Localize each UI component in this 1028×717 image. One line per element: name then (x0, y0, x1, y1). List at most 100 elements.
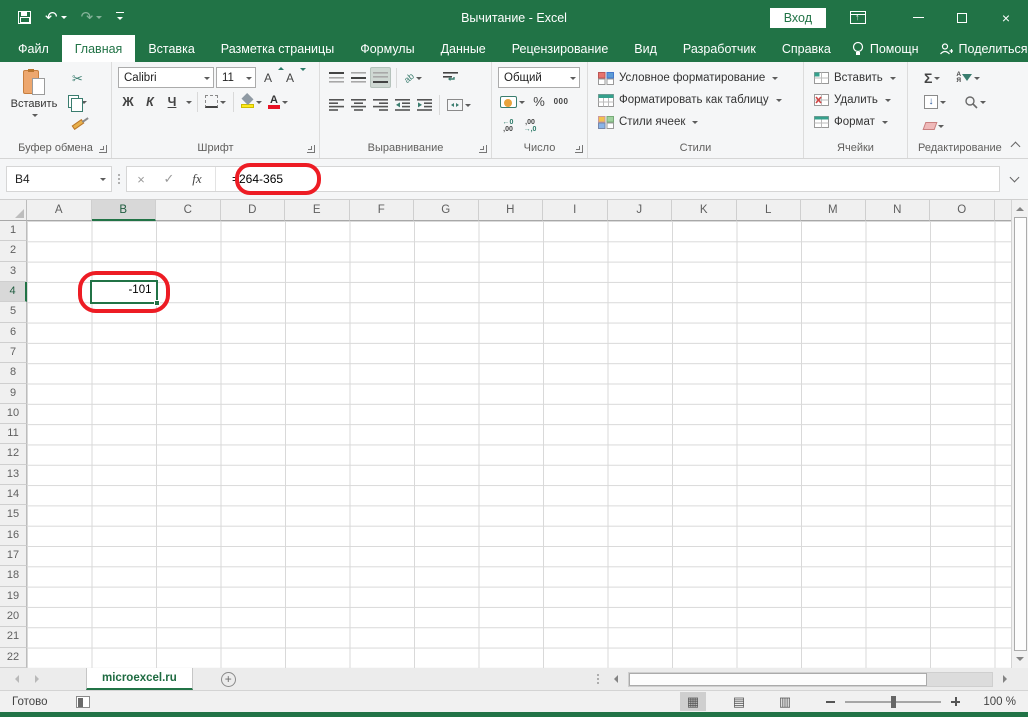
formula-input[interactable]: =264-365 (220, 172, 283, 186)
find-select-button[interactable] (962, 91, 988, 112)
tab-page-layout[interactable]: Разметка страницы (208, 35, 347, 62)
column-header-E[interactable]: E (285, 200, 350, 221)
increase-decimal-button[interactable]: ←0,00 (498, 115, 518, 136)
paste-button[interactable]: Вставить (6, 67, 62, 140)
decrease-font-button[interactable]: А (280, 67, 306, 88)
row-header-3[interactable]: 3 (0, 261, 27, 282)
sheet-tab-microexcel[interactable]: microexcel.ru (86, 668, 193, 690)
tab-developer[interactable]: Разработчик (670, 35, 769, 62)
delete-cells-button[interactable]: Удалить (814, 89, 903, 111)
row-header-7[interactable]: 7 (0, 342, 27, 364)
name-box[interactable]: B4 (6, 166, 112, 192)
row-header-2[interactable]: 2 (0, 241, 27, 262)
clear-button[interactable] (922, 115, 946, 136)
cut-button[interactable]: ✂ (66, 68, 89, 89)
column-header-F[interactable]: F (349, 200, 414, 221)
vertical-scrollbar-thumb[interactable] (1013, 217, 1027, 651)
scroll-right-icon[interactable] (999, 673, 1012, 686)
increase-font-button[interactable]: А (258, 67, 284, 88)
expand-formula-bar-button[interactable] (1004, 166, 1024, 192)
column-header-B[interactable]: B (91, 200, 156, 221)
tab-file[interactable]: Файл (0, 35, 62, 62)
row-header-8[interactable]: 8 (0, 363, 27, 384)
wrap-text-button[interactable] (440, 67, 460, 88)
tab-formulas[interactable]: Формулы (347, 35, 427, 62)
horizontal-scrollbar-thumb[interactable] (629, 672, 927, 686)
page-layout-view-button[interactable]: ▤ (726, 692, 752, 711)
zoom-slider-thumb[interactable] (891, 695, 896, 708)
column-header-I[interactable]: I (543, 200, 608, 221)
column-header-J[interactable]: J (607, 200, 672, 221)
tab-home[interactable]: Главная (61, 35, 136, 62)
decrease-indent-button[interactable] (392, 94, 412, 115)
font-size-combo[interactable]: 11 (216, 67, 256, 88)
tab-data[interactable]: Данные (428, 35, 499, 62)
number-dialog-launcher-icon[interactable] (575, 145, 583, 153)
row-header-16[interactable]: 16 (0, 525, 27, 546)
row-header-12[interactable]: 12 (0, 444, 27, 465)
fill-button[interactable]: ↓ (922, 91, 948, 112)
percent-style-button[interactable]: % (529, 91, 549, 112)
tab-view[interactable]: Вид (621, 35, 670, 62)
borders-button[interactable] (203, 91, 228, 112)
scroll-left-icon[interactable] (609, 673, 622, 686)
comma-style-button[interactable]: 000 (551, 91, 571, 112)
copy-button[interactable] (66, 91, 89, 112)
decrease-decimal-button[interactable]: ,00 →,0 (520, 115, 540, 136)
zoom-out-icon[interactable] (826, 700, 835, 703)
orientation-button[interactable]: ab (402, 67, 424, 88)
ribbon-display-options-icon[interactable] (850, 11, 866, 24)
clipboard-dialog-launcher-icon[interactable] (99, 145, 107, 153)
next-sheet-icon[interactable] (35, 675, 43, 683)
assistant-button[interactable]: Помощн (844, 41, 927, 56)
column-header-M[interactable]: M (801, 200, 866, 221)
share-button[interactable]: Поделиться (931, 42, 1028, 56)
row-header-15[interactable]: 15 (0, 505, 27, 526)
normal-view-button[interactable]: ▦ (680, 692, 706, 711)
format-cells-button[interactable]: Формат (814, 111, 903, 133)
cells-area[interactable] (27, 221, 1011, 668)
column-header-G[interactable]: G (414, 200, 479, 221)
horizontal-scrollbar[interactable] (628, 671, 993, 687)
column-header-N[interactable]: N (865, 200, 930, 221)
select-all-corner[interactable] (0, 200, 27, 221)
conditional-formatting-button[interactable]: Условное форматирование (598, 67, 799, 89)
redo-button[interactable]: ↷ (81, 10, 103, 25)
zoom-in-icon[interactable] (951, 697, 960, 706)
tab-help[interactable]: Справка (769, 35, 844, 62)
sort-filter-button[interactable]: АЯ (954, 67, 982, 88)
row-header-1[interactable]: 1 (0, 221, 27, 242)
column-header-H[interactable]: H (478, 200, 543, 221)
vertical-scrollbar[interactable] (1011, 200, 1028, 668)
align-left-button[interactable] (326, 94, 346, 115)
row-header-20[interactable]: 20 (0, 606, 27, 628)
customize-qat-button[interactable] (116, 11, 125, 24)
column-header-O[interactable]: O (930, 200, 995, 221)
column-header-K[interactable]: K (672, 200, 737, 221)
sign-in-button[interactable]: Вход (769, 7, 826, 28)
italic-button[interactable]: К (140, 91, 160, 112)
insert-cells-button[interactable]: Вставить (814, 67, 903, 89)
font-name-combo[interactable]: Calibri (118, 67, 214, 88)
undo-button[interactable]: ↶ (45, 10, 67, 25)
alignment-dialog-launcher-icon[interactable] (479, 145, 487, 153)
row-header-18[interactable]: 18 (0, 566, 27, 587)
save-button[interactable] (18, 11, 31, 24)
row-header-4[interactable]: 4 (0, 281, 27, 303)
tab-scrollbar-splitter[interactable] (597, 674, 599, 684)
row-header-13[interactable]: 13 (0, 464, 27, 486)
font-dialog-launcher-icon[interactable] (307, 145, 315, 153)
column-header-A[interactable]: A (27, 200, 92, 221)
formula-bar-splitter[interactable] (112, 174, 126, 184)
column-header-L[interactable]: L (736, 200, 801, 221)
row-header-10[interactable]: 10 (0, 403, 27, 425)
format-as-table-button[interactable]: Форматировать как таблицу (598, 89, 799, 111)
scroll-up-icon[interactable] (1014, 202, 1027, 215)
row-header-5[interactable]: 5 (0, 302, 27, 323)
merge-center-button[interactable] (445, 94, 473, 115)
font-color-button[interactable]: А (266, 91, 290, 112)
align-bottom-button[interactable] (370, 67, 391, 88)
underline-dropdown-icon[interactable] (186, 100, 192, 107)
insert-function-button[interactable]: fx (183, 171, 211, 187)
page-break-view-button[interactable]: ▥ (772, 692, 798, 711)
